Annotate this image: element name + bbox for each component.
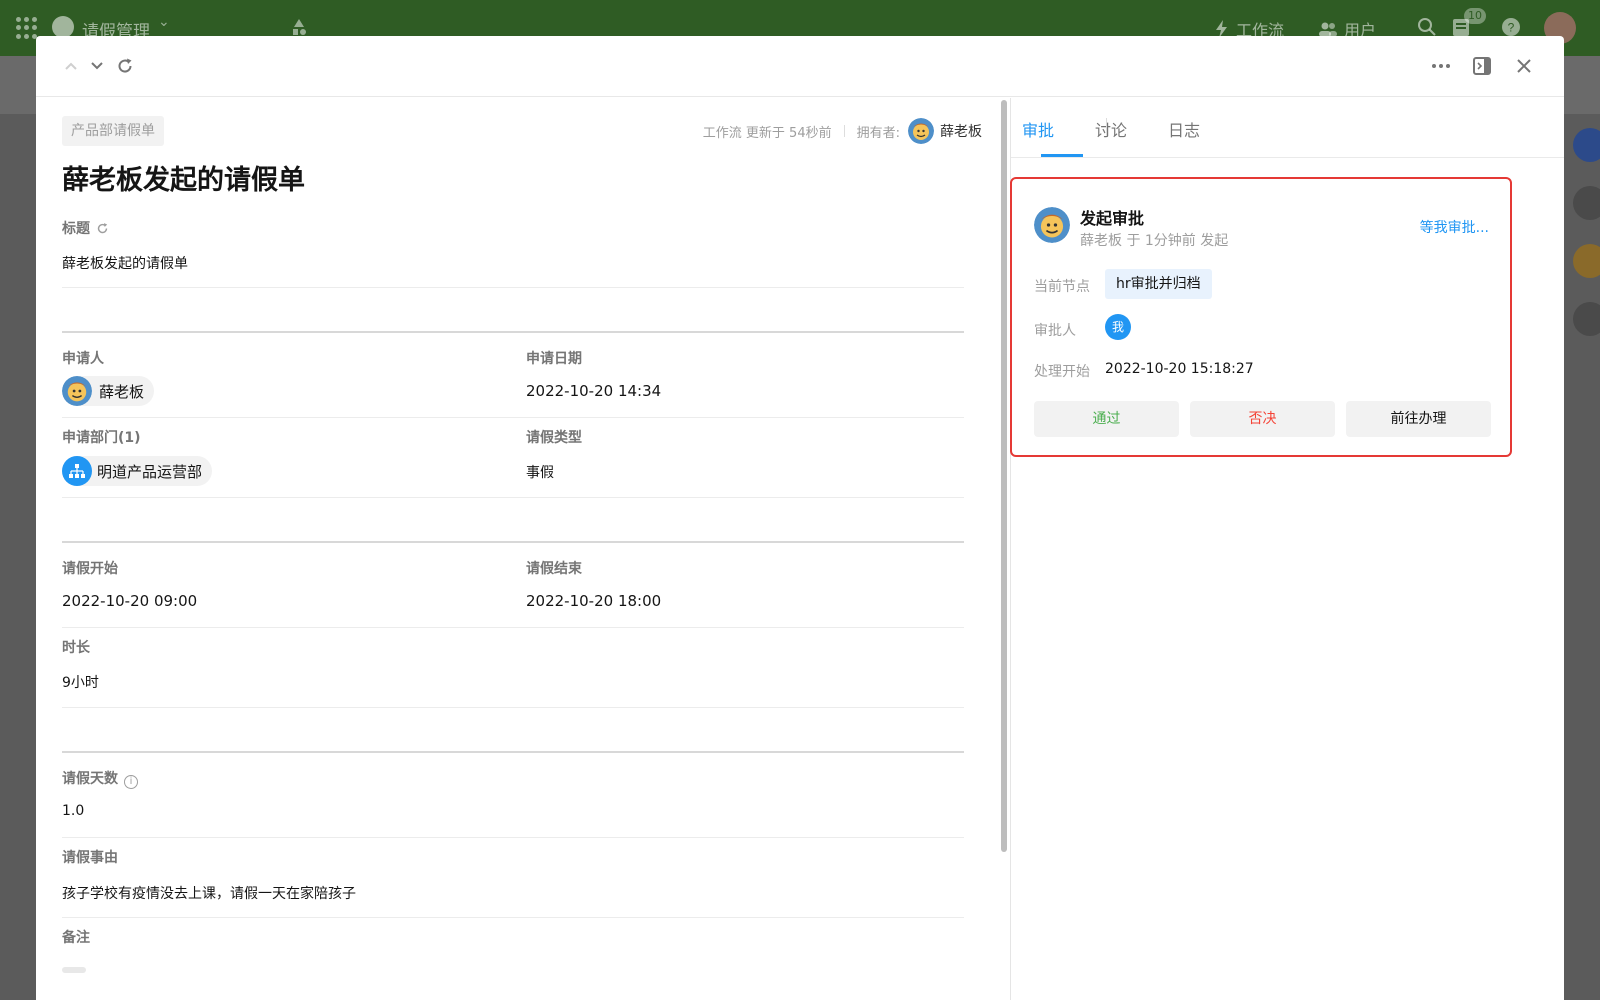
field-leave-start-label: 请假开始 xyxy=(62,561,118,577)
section-divider xyxy=(62,541,964,543)
field-reason-label: 请假事由 xyxy=(62,850,118,866)
chevron-up-icon[interactable] xyxy=(59,54,83,78)
close-icon[interactable] xyxy=(1512,54,1536,78)
applicant-name: 薛老板 xyxy=(99,382,145,401)
tab-log[interactable]: 日志 xyxy=(1168,117,1200,141)
field-duration-label: 时长 xyxy=(62,640,90,656)
sidebar-toggle-icon[interactable] xyxy=(1470,54,1494,78)
field-apply-date-label: 申请日期 xyxy=(526,351,582,367)
reject-button[interactable]: 否决 xyxy=(1190,401,1335,437)
users-icon xyxy=(1319,22,1337,37)
active-tab-indicator xyxy=(1041,154,1083,157)
chevron-down-icon[interactable]: ⌄ xyxy=(158,14,170,30)
app-logo-icon xyxy=(52,16,74,38)
rail-item[interactable] xyxy=(1573,186,1600,220)
dept-name: 明道产品运营部 xyxy=(97,462,203,481)
rail-item[interactable] xyxy=(1573,244,1600,278)
record-title: 薛老板发起的请假单 xyxy=(62,165,305,196)
shapes-icon[interactable] xyxy=(290,18,308,36)
field-label-text: 请假天数 xyxy=(62,771,118,787)
update-info: 工作流 更新于 54秒前 xyxy=(702,125,832,141)
record-meta: 工作流 更新于 54秒前 拥有者: 薛老板 xyxy=(703,118,982,144)
field-label-text: 标题 xyxy=(62,221,90,237)
applicant-chip[interactable]: 薛老板 xyxy=(62,376,155,406)
remark-empty-value[interactable] xyxy=(62,967,86,973)
divider xyxy=(62,417,964,418)
applicant-avatar xyxy=(62,376,92,406)
divider xyxy=(62,497,964,498)
field-duration-value[interactable]: 9小时 xyxy=(62,672,99,692)
divider xyxy=(62,627,964,628)
field-leave-type-value[interactable]: 事假 xyxy=(526,462,554,482)
rail-item[interactable] xyxy=(1573,302,1600,336)
divider xyxy=(62,287,964,288)
record-modal: 产品部请假单 工作流 更新于 54秒前 拥有者: 薛老板 薛老板发起的请假单 标… xyxy=(36,36,1564,1000)
notification-badge: 10 xyxy=(1464,8,1486,24)
field-dept-label: 申请部门(1) xyxy=(62,430,141,446)
chevron-down-icon[interactable] xyxy=(85,54,109,78)
info-icon[interactable]: i xyxy=(124,775,138,789)
scrollbar-thumb[interactable] xyxy=(1001,100,1007,852)
svg-text:?: ? xyxy=(1508,21,1515,35)
divider xyxy=(62,707,964,708)
tab-approval[interactable]: 审批 xyxy=(1022,117,1054,141)
tab-divider xyxy=(1106,118,1107,136)
field-remark-label: 备注 xyxy=(62,930,90,946)
dept-chip[interactable]: 明道产品运营部 xyxy=(62,456,213,486)
owner-label: 拥有者: xyxy=(856,125,900,141)
more-icon[interactable] xyxy=(1429,54,1453,78)
field-leave-start-value[interactable]: 2022-10-20 09:00 xyxy=(62,592,197,610)
panel-tabs: 审批 讨论 日志 xyxy=(1011,98,1564,158)
current-node-label: 当前节点 xyxy=(1034,279,1090,295)
approval-card: 发起审批 薛老板 于 1分钟前 发起 等我审批... 当前节点 hr审批并归档 … xyxy=(1010,177,1512,457)
field-leave-end-label: 请假结束 xyxy=(526,561,582,577)
field-leave-end-value[interactable]: 2022-10-20 18:00 xyxy=(526,592,661,610)
field-title-value[interactable]: 薛老板发起的请假单 xyxy=(62,253,188,273)
field-title-label: 标题 xyxy=(62,218,109,238)
dept-tree-icon xyxy=(62,456,92,486)
process-start-label: 处理开始 xyxy=(1034,364,1090,380)
owner-name[interactable]: 薛老板 xyxy=(940,121,982,141)
section-divider xyxy=(62,331,964,333)
pass-button[interactable]: 通过 xyxy=(1034,401,1179,437)
refresh-icon[interactable] xyxy=(113,54,137,78)
process-start-value: 2022-10-20 15:18:27 xyxy=(1105,361,1254,377)
approval-subtitle: 薛老板 于 1分钟前 发起 xyxy=(1080,233,1229,249)
section-divider xyxy=(62,751,964,753)
search-icon[interactable] xyxy=(1416,16,1438,38)
field-reason-value[interactable]: 孩子学校有疫情没去上课，请假一天在家陪孩子 xyxy=(62,883,356,903)
go-handle-button[interactable]: 前往办理 xyxy=(1346,401,1491,437)
modal-header xyxy=(36,36,1564,97)
field-applicant-label: 申请人 xyxy=(62,351,104,367)
form-scrollbar[interactable] xyxy=(1000,98,1008,1000)
initiator-avatar[interactable] xyxy=(1034,207,1070,243)
current-node-chip: hr审批并归档 xyxy=(1105,269,1212,299)
divider xyxy=(62,837,964,838)
field-leave-type-label: 请假类型 xyxy=(526,430,582,446)
grid-icon[interactable] xyxy=(16,17,38,39)
approver-avatar[interactable]: 我 xyxy=(1105,314,1131,340)
field-apply-date-value[interactable]: 2022-10-20 14:34 xyxy=(526,382,661,400)
field-days-label: 请假天数 i xyxy=(62,768,138,789)
approver-label: 审批人 xyxy=(1034,323,1076,339)
tab-discussion[interactable]: 讨论 xyxy=(1095,117,1127,141)
help-icon[interactable]: ? xyxy=(1500,16,1522,38)
divider xyxy=(62,917,964,918)
approval-title: 发起审批 xyxy=(1080,209,1145,228)
rail-item[interactable] xyxy=(1573,128,1600,162)
refresh-icon[interactable] xyxy=(96,222,109,235)
waiting-approval-link[interactable]: 等我审批... xyxy=(1420,217,1489,237)
owner-avatar[interactable] xyxy=(908,118,934,144)
field-days-value[interactable]: 1.0 xyxy=(62,803,84,819)
form-tag: 产品部请假单 xyxy=(62,116,164,146)
